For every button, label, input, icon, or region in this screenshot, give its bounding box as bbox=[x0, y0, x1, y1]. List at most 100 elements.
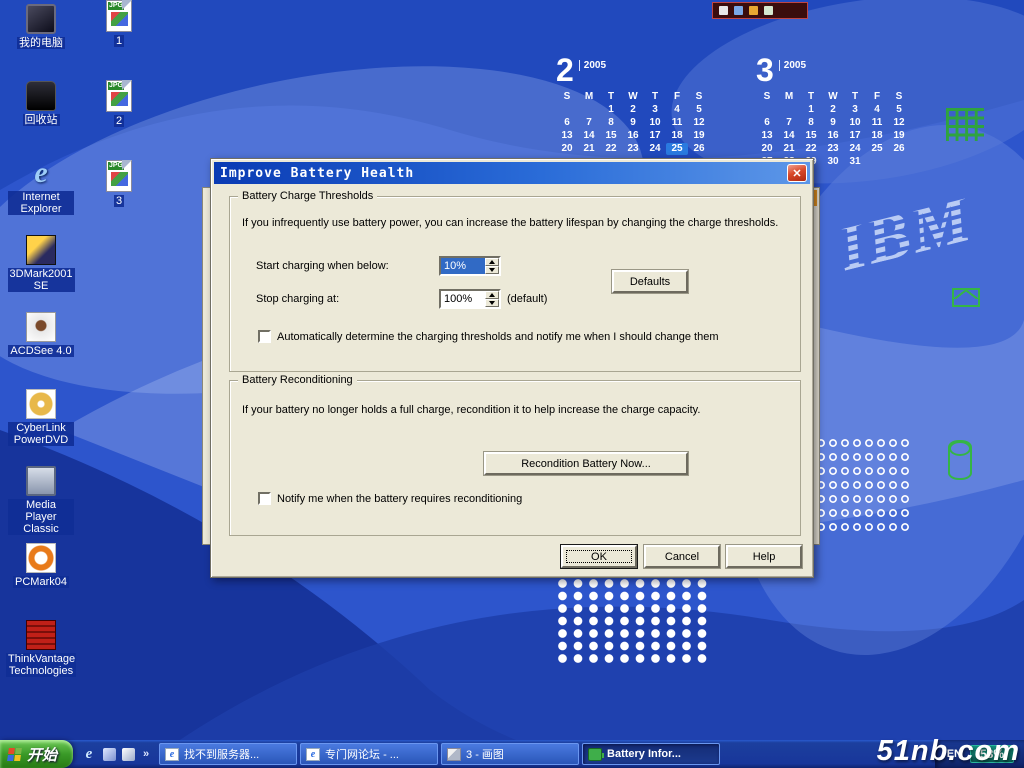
calendar-day: 10 bbox=[844, 117, 866, 129]
calendar-day: 5 bbox=[688, 104, 710, 116]
taskbar-task-button[interactable]: e专门网论坛 - ... bbox=[300, 743, 438, 765]
windows-flag-icon bbox=[7, 748, 22, 761]
calendar-day-header: S bbox=[556, 91, 578, 103]
down-arrow-icon bbox=[489, 268, 495, 272]
stop-charging-value[interactable]: 100% bbox=[441, 291, 485, 307]
calendar-day: 12 bbox=[888, 117, 910, 129]
spin-down-button[interactable] bbox=[485, 266, 499, 274]
calendar-day: 8 bbox=[800, 117, 822, 129]
calendar-day: 16 bbox=[822, 130, 844, 142]
calendar-day: 21 bbox=[578, 143, 600, 155]
desktop-icon-my-computer[interactable]: 我的电脑 bbox=[8, 4, 74, 81]
desktop-icon-thinkvantage[interactable]: ThinkVantage Technologies bbox=[8, 620, 74, 697]
desktop: 22005SMTWTFS1234567891011121314151617181… bbox=[0, 0, 1024, 768]
desktop-icon-label: 回收站 bbox=[23, 114, 60, 126]
desktop-icon-3dmark2001[interactable]: 3DMark2001 SE bbox=[8, 235, 74, 312]
document-icon bbox=[764, 6, 773, 15]
calendar-day: 24 bbox=[844, 143, 866, 155]
task-label: 3 - 画图 bbox=[466, 746, 504, 762]
dot-pattern-right bbox=[816, 438, 912, 536]
task-buttons: e找不到服务器...e专门网论坛 - ...3 - 画图Battery Info… bbox=[159, 743, 720, 765]
show-desktop-icon[interactable] bbox=[122, 748, 135, 761]
spinner-buttons bbox=[485, 258, 499, 274]
spin-up-button[interactable] bbox=[485, 291, 499, 299]
calendar-day: 25 bbox=[666, 143, 688, 155]
desktop-icon-recycle-bin[interactable]: 回收站 bbox=[8, 81, 74, 158]
spin-up-button[interactable] bbox=[485, 258, 499, 266]
calendar-day: 12 bbox=[688, 117, 710, 129]
desktop-icon-acdsee[interactable]: ACDSee 4.0 bbox=[8, 312, 74, 389]
overflow-icon[interactable]: » bbox=[141, 746, 151, 762]
calendar-year: 2005 bbox=[779, 60, 806, 71]
calendar-day-header: T bbox=[644, 91, 666, 103]
calendar-day: 8 bbox=[600, 117, 622, 129]
thresholds-group-legend: Battery Charge Thresholds bbox=[238, 190, 377, 202]
spin-down-button[interactable] bbox=[485, 299, 499, 307]
desktop-icon-powerdvd[interactable]: CyberLink PowerDVD bbox=[8, 389, 74, 466]
auto-determine-checkbox-row[interactable]: Automatically determine the charging thr… bbox=[258, 330, 718, 343]
jpg-file-column: JPG1JPG2JPG3 bbox=[94, 0, 144, 240]
notify-reconditioning-checkbox[interactable] bbox=[258, 492, 271, 505]
taskbar-task-button[interactable]: Battery Infor... bbox=[582, 743, 720, 765]
jpg-file-image: JPG bbox=[106, 80, 132, 112]
start-charging-value[interactable]: 10% bbox=[441, 258, 485, 274]
taskbar-task-button[interactable]: e找不到服务器... bbox=[159, 743, 297, 765]
calendar-day: 10 bbox=[644, 117, 666, 129]
spinner-buttons bbox=[485, 291, 499, 307]
start-button[interactable]: 开始 bbox=[0, 740, 73, 768]
close-icon: ✕ bbox=[792, 167, 801, 180]
internet-explorer-icon[interactable]: e bbox=[81, 746, 97, 762]
defaults-button[interactable]: Defaults bbox=[612, 270, 688, 293]
calendar-day: 19 bbox=[688, 130, 710, 142]
start-label: 开始 bbox=[27, 744, 57, 765]
jpg-thumbnail bbox=[111, 172, 128, 186]
ok-button[interactable]: OK bbox=[561, 545, 637, 568]
improve-battery-health-dialog: Improve Battery Health ✕ Battery Charge … bbox=[210, 158, 814, 578]
calendar-day: 13 bbox=[556, 130, 578, 142]
media-player-icon[interactable] bbox=[103, 748, 116, 761]
calendar-day: 4 bbox=[666, 104, 688, 116]
calendar-day: 16 bbox=[622, 130, 644, 142]
jpg-file-icon[interactable]: JPG2 bbox=[94, 80, 144, 160]
desktop-icon-media-player-classic[interactable]: Media Player Classic bbox=[8, 466, 74, 543]
calendar-day: 15 bbox=[800, 130, 822, 142]
calendar-day-header: M bbox=[778, 91, 800, 103]
desktop-icon-label: ThinkVantage Technologies bbox=[6, 653, 76, 677]
calendar-day: 26 bbox=[888, 143, 910, 155]
thinkvantage-icon bbox=[26, 620, 56, 650]
acdsee-icon bbox=[26, 312, 56, 342]
auto-determine-checkbox-label: Automatically determine the charging thr… bbox=[277, 331, 718, 343]
calendar-day-header: W bbox=[622, 91, 644, 103]
desktop-icon-pcmark04[interactable]: PCMark04 bbox=[8, 543, 74, 620]
calendar-day: 2 bbox=[622, 104, 644, 116]
battery-icon bbox=[588, 748, 602, 761]
ie-page-icon: e bbox=[165, 748, 179, 761]
cancel-button[interactable]: Cancel bbox=[644, 545, 720, 568]
jpg-file-icon[interactable]: JPG1 bbox=[94, 0, 144, 80]
desktop-icon-label: Internet Explorer bbox=[8, 191, 74, 215]
stop-charging-spinner[interactable]: 100% bbox=[439, 289, 501, 309]
auto-determine-checkbox[interactable] bbox=[258, 330, 271, 343]
task-label: 专门网论坛 - ... bbox=[325, 746, 399, 762]
task-label: Battery Infor... bbox=[607, 748, 681, 760]
speaker-icon bbox=[734, 6, 743, 15]
notify-reconditioning-checkbox-row[interactable]: Notify me when the battery requires reco… bbox=[258, 492, 522, 505]
close-button[interactable]: ✕ bbox=[787, 164, 807, 182]
help-button[interactable]: Help bbox=[726, 545, 802, 568]
calendar-day: 14 bbox=[578, 130, 600, 142]
calendar-day: 14 bbox=[778, 130, 800, 142]
up-arrow-icon bbox=[489, 293, 495, 297]
start-charging-spinner[interactable]: 10% bbox=[439, 256, 501, 276]
taskbar-task-button[interactable]: 3 - 画图 bbox=[441, 743, 579, 765]
jpg-file-icon[interactable]: JPG3 bbox=[94, 160, 144, 240]
phone-icon bbox=[719, 6, 728, 15]
envelope-icon bbox=[952, 288, 980, 307]
calendar-month: 32005SMTWTFS1234567891011121314151617181… bbox=[756, 55, 916, 168]
desktop-icon-internet-explorer[interactable]: eInternet Explorer bbox=[8, 158, 74, 235]
recondition-battery-button[interactable]: Recondition Battery Now... bbox=[484, 452, 688, 475]
calendar-day: 11 bbox=[866, 117, 888, 129]
calendar-day bbox=[556, 104, 578, 116]
calendar-day: 13 bbox=[756, 130, 778, 142]
dialog-titlebar[interactable]: Improve Battery Health ✕ bbox=[214, 162, 810, 184]
calendar-day: 20 bbox=[756, 143, 778, 155]
